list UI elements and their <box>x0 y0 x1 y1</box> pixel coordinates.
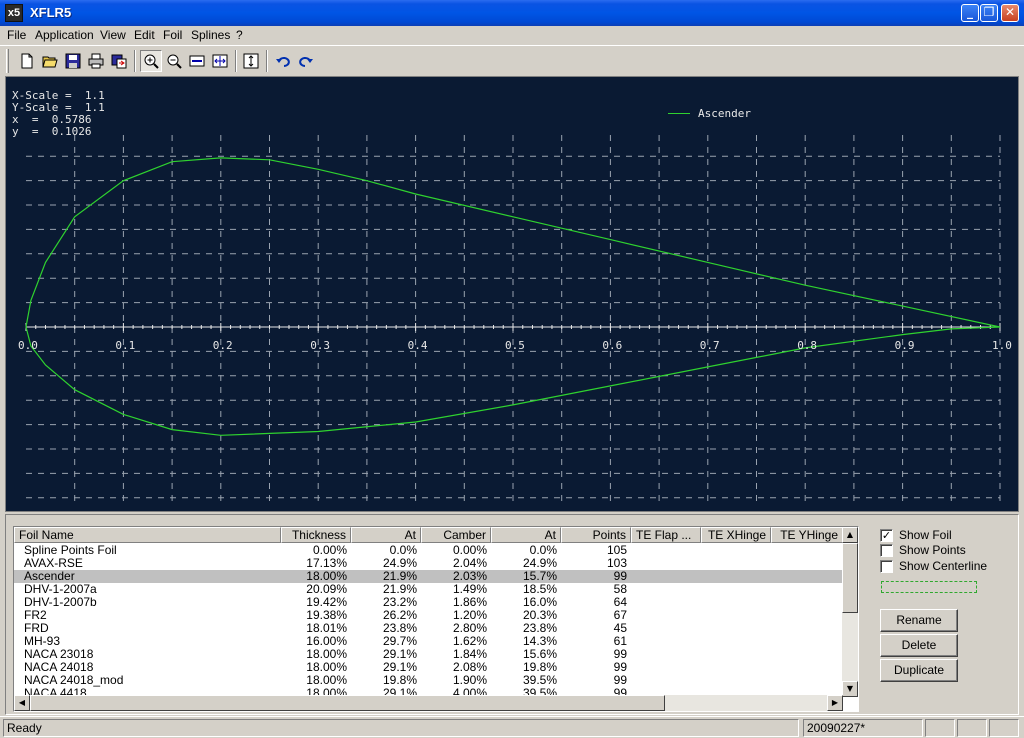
status-bar: Ready 20090227* <box>0 716 1024 738</box>
x-tick-label: 0.8 <box>797 339 818 352</box>
col-thickness-at[interactable]: At <box>351 527 421 543</box>
toolbar <box>0 45 1024 75</box>
menu-help[interactable]: ? <box>236 28 243 42</box>
rename-button[interactable]: Rename <box>880 609 958 632</box>
list-item[interactable]: NACA 23018 18.00% 29.1% 1.84% 15.6% 99 <box>14 648 843 661</box>
scroll-right-button[interactable]: ▶ <box>827 695 843 711</box>
duplicate-button[interactable]: Duplicate <box>880 659 958 682</box>
curve-style-selector[interactable] <box>881 581 977 593</box>
col-thickness[interactable]: Thickness <box>281 527 351 543</box>
show-points-label: Show Points <box>899 543 966 557</box>
undo-icon[interactable] <box>272 50 294 72</box>
y-scale-icon[interactable] <box>240 50 262 72</box>
redo-icon[interactable] <box>295 50 317 72</box>
fit-width-icon[interactable] <box>209 50 231 72</box>
x-tick-label: 0.7 <box>699 339 720 352</box>
foil-plot-canvas <box>25 135 1001 507</box>
x-tick-label: 0.3 <box>310 339 331 352</box>
col-foil-name[interactable]: Foil Name <box>14 527 281 543</box>
export-icon[interactable] <box>108 50 130 72</box>
new-file-icon[interactable] <box>16 50 38 72</box>
menu-view[interactable]: View <box>100 28 126 42</box>
status-pane <box>957 719 987 737</box>
horizontal-scroll-thumb[interactable] <box>30 695 665 711</box>
horizontal-scrollbar[interactable]: ◀ ▶ <box>14 695 843 711</box>
legend-label: Ascender <box>698 107 751 120</box>
show-centerline-check[interactable] <box>880 560 893 573</box>
minimize-button[interactable]: _ <box>961 4 979 22</box>
toolbar-grip[interactable] <box>6 49 9 73</box>
show-foil-checkbox[interactable]: ✓ Show Foil <box>880 528 1024 543</box>
scroll-up-button[interactable]: ▲ <box>842 527 858 543</box>
show-points-checkbox[interactable]: Show Points <box>880 543 1024 558</box>
menu-splines[interactable]: Splines <box>191 28 230 42</box>
status-text: Ready <box>3 719 799 737</box>
list-item[interactable]: FR2 19.38% 26.2% 1.20% 20.3% 67 <box>14 609 843 622</box>
maximize-button[interactable]: ❐ <box>980 4 998 22</box>
list-item[interactable]: Ascender 18.00% 21.9% 2.03% 15.7% 99 <box>14 570 843 583</box>
col-camber[interactable]: Camber <box>421 527 491 543</box>
scroll-down-button[interactable]: ▼ <box>842 681 858 697</box>
x-tick-label: 0.2 <box>212 339 233 352</box>
list-item[interactable]: MH-93 16.00% 29.7% 1.62% 14.3% 61 <box>14 635 843 648</box>
delete-button[interactable]: Delete <box>880 634 958 657</box>
zoom-out-icon[interactable] <box>163 50 185 72</box>
menu-edit[interactable]: Edit <box>134 28 155 42</box>
menu-application[interactable]: Application <box>35 28 94 42</box>
toolbar-separator <box>266 50 268 72</box>
col-camber-at[interactable]: At <box>491 527 561 543</box>
list-item[interactable]: NACA 24018_mod 18.00% 19.8% 1.90% 39.5% 99 <box>14 674 843 687</box>
show-centerline-label: Show Centerline <box>899 559 988 573</box>
menu-bar: File Application View Edit Foil Splines … <box>0 26 1024 45</box>
col-te-flap[interactable]: TE Flap ... <box>631 527 701 543</box>
save-icon[interactable] <box>62 50 84 72</box>
menu-foil[interactable]: Foil <box>163 28 182 42</box>
status-version: 20090227* <box>803 719 923 737</box>
show-foil-label: Show Foil <box>899 528 952 542</box>
list-item[interactable]: NACA 24018 18.00% 29.1% 2.08% 19.8% 99 <box>14 661 843 674</box>
list-item[interactable]: FRD 18.01% 23.8% 2.80% 23.8% 45 <box>14 622 843 635</box>
col-te-xhinge[interactable]: TE XHinge <box>701 527 771 543</box>
show-points-check[interactable] <box>880 544 893 557</box>
menu-file[interactable]: File <box>7 28 26 42</box>
foil-list[interactable]: Foil Name Thickness At Camber At Points … <box>13 526 859 712</box>
list-item[interactable]: AVAX-RSE 17.13% 24.9% 2.04% 24.9% 103 <box>14 557 843 570</box>
title-bar: x5 XFLR5 _ ❐ ✕ <box>0 0 1024 26</box>
show-foil-check[interactable]: ✓ <box>880 529 893 542</box>
open-folder-icon[interactable] <box>39 50 61 72</box>
toolbar-separator <box>134 50 136 72</box>
x-tick-label: 0.0 <box>18 339 38 352</box>
x-tick-label: 0.1 <box>115 339 136 352</box>
list-item[interactable]: DHV-1-2007a 20.09% 21.9% 1.49% 18.5% 58 <box>14 583 843 596</box>
print-icon[interactable] <box>85 50 107 72</box>
col-te-yhinge[interactable]: TE YHinge <box>771 527 843 543</box>
col-points[interactable]: Points <box>561 527 631 543</box>
x-tick-label: 0.5 <box>505 339 525 352</box>
zoom-in-icon[interactable] <box>140 50 162 72</box>
show-centerline-checkbox[interactable]: Show Centerline <box>880 559 1024 574</box>
list-item[interactable]: Spline Points Foil 0.00% 0.0% 0.00% 0.0% 105 <box>14 544 843 557</box>
list-item[interactable]: DHV-1-2007b 19.42% 23.2% 1.86% 16.0% 64 <box>14 596 843 609</box>
x-tick-label: 0.9 <box>894 339 915 352</box>
window-title: XFLR5 <box>30 5 72 20</box>
status-pane <box>925 719 955 737</box>
foil-plot[interactable]: X-Scale = 1.1 Y-Scale = 1.1 x = 0.5786 y… <box>5 76 1019 512</box>
toolbar-separator <box>235 50 237 72</box>
scroll-left-button[interactable]: ◀ <box>14 695 30 711</box>
status-pane <box>989 719 1019 737</box>
scroll-thumb[interactable] <box>842 543 858 613</box>
legend-line <box>668 113 690 114</box>
x-tick-label: 0.4 <box>407 339 428 352</box>
x-tick-label: 0.6 <box>602 339 623 352</box>
app-icon: x5 <box>5 4 23 22</box>
x-tick-label: 1.0 <box>992 339 1012 352</box>
close-button[interactable]: ✕ <box>1001 4 1019 22</box>
y-coordinate-readout: y = 0.1026 <box>12 125 92 138</box>
vertical-scrollbar[interactable]: ▲ ▼ <box>842 527 858 697</box>
reset-scale-icon[interactable] <box>186 50 208 72</box>
